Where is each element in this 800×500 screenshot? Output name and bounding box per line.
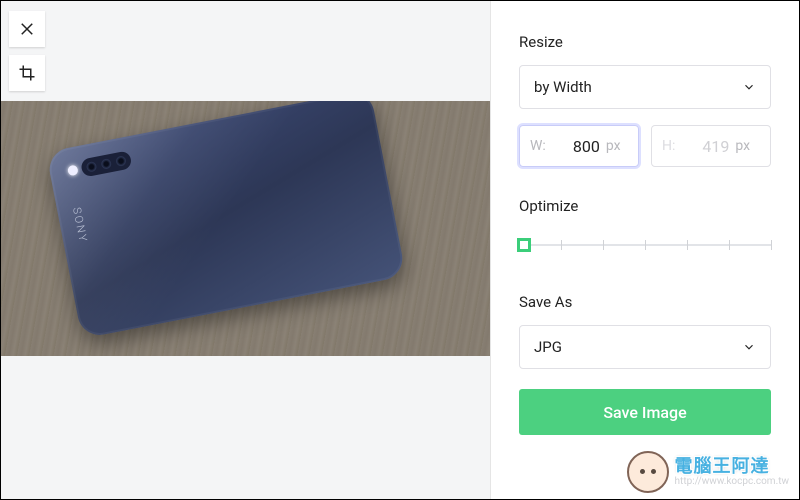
chevron-down-icon [742, 340, 756, 354]
crop-button[interactable] [9, 55, 45, 91]
width-unit: px [606, 138, 621, 154]
image-area: SONY [1, 101, 490, 499]
settings-panel: Resize by Width W: px H: px Optimize [491, 1, 799, 499]
tool-toolbar [1, 1, 490, 101]
height-input [681, 137, 729, 156]
resize-mode-select[interactable]: by Width [519, 65, 771, 109]
width-input[interactable] [552, 137, 600, 156]
crop-icon [18, 64, 36, 82]
dimensions-row: W: px H: px [519, 125, 771, 167]
resize-mode-value: by Width [534, 78, 592, 96]
watermark: 電腦王阿達 http://www.kocpc.com.tw [627, 451, 789, 493]
resize-label: Resize [519, 33, 771, 51]
width-field[interactable]: W: px [519, 125, 639, 167]
watermark-url: http://www.kocpc.com.tw [675, 476, 789, 487]
chevron-down-icon [742, 80, 756, 94]
close-icon [18, 20, 36, 38]
preview-brand-text: SONY [70, 206, 90, 244]
app-root: SONY Resize by Width W: px H: px Optimiz… [1, 1, 799, 499]
watermark-avatar-icon [627, 451, 669, 493]
format-select[interactable]: JPG [519, 325, 771, 369]
slider-thumb[interactable] [517, 238, 531, 252]
image-preview[interactable]: SONY [1, 101, 490, 356]
height-field: H: px [651, 125, 771, 167]
format-value: JPG [534, 338, 562, 356]
height-label: H: [662, 138, 675, 154]
height-unit: px [735, 138, 750, 154]
save-image-button[interactable]: Save Image [519, 389, 771, 435]
width-label: W: [530, 138, 546, 154]
saveas-label: Save As [519, 293, 771, 311]
optimize-label: Optimize [519, 197, 771, 215]
optimize-slider[interactable] [519, 231, 771, 259]
close-button[interactable] [9, 11, 45, 47]
watermark-title: 電腦王阿達 [675, 457, 789, 477]
preview-panel: SONY [1, 1, 491, 499]
